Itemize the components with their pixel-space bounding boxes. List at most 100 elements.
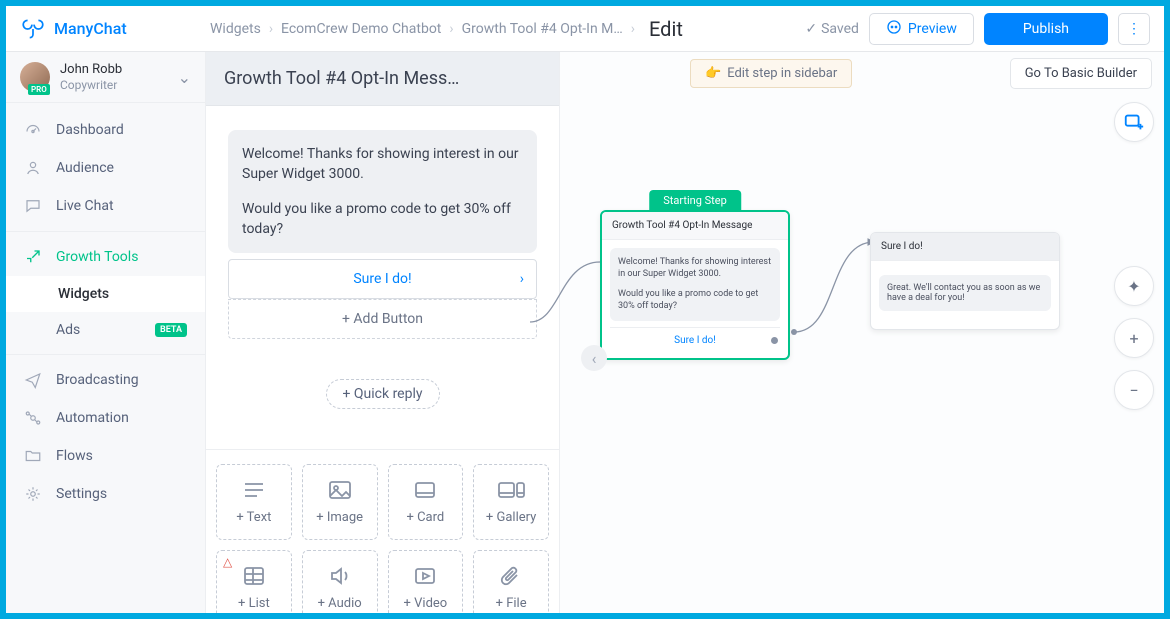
add-step-button[interactable]: [1114, 102, 1154, 142]
sidebar-item-settings[interactable]: Settings: [6, 475, 205, 513]
connector-dot-icon[interactable]: [771, 337, 778, 344]
breadcrumb-0[interactable]: Widgets: [210, 21, 261, 37]
saved-indicator: ✓ Saved: [805, 21, 859, 37]
avatar: PRO: [20, 62, 50, 92]
brand-logo[interactable]: ManyChat: [20, 16, 210, 42]
publish-button[interactable]: Publish: [984, 13, 1108, 45]
pro-badge: PRO: [28, 84, 50, 95]
editor-panel: Growth Tool #4 Opt-In Mess… Welcome! Tha…: [206, 52, 560, 613]
block-label: + List: [238, 596, 270, 611]
block-card[interactable]: + Card: [388, 464, 464, 540]
zoom-out-button[interactable]: −: [1114, 370, 1154, 410]
breadcrumb: Widgets › EcomCrew Demo Chatbot › Growth…: [210, 17, 683, 41]
breadcrumb-2[interactable]: Growth Tool #4 Opt-In M…: [462, 21, 623, 37]
sidebar-item-automation[interactable]: Automation: [6, 399, 205, 437]
wand-icon: ✦: [1127, 277, 1140, 296]
sidebar-item-label: Audience: [56, 160, 114, 176]
block-video[interactable]: + Video: [388, 550, 464, 613]
file-icon: [499, 566, 523, 590]
message-bubble[interactable]: Welcome! Thanks for showing interest in …: [228, 130, 537, 253]
pan-left-button[interactable]: ‹: [581, 345, 607, 371]
block-image[interactable]: + Image: [302, 464, 378, 540]
gauge-icon: [24, 121, 42, 139]
node-message: Welcome! Thanks for showing interest in …: [610, 248, 780, 321]
chat-icon: [24, 197, 42, 215]
block-label: + Card: [407, 510, 445, 525]
zoom-in-button[interactable]: +: [1114, 318, 1154, 358]
send-icon: [24, 371, 42, 389]
chat-bubble-icon: [886, 19, 902, 39]
app-body: PRO John Robb Copywriter ⌄ Dashboard Aud…: [6, 52, 1164, 613]
more-vertical-icon: ⋮: [1127, 21, 1141, 37]
nav: Dashboard Audience Live Chat Growth Tool…: [6, 103, 205, 521]
reply-button[interactable]: Sure I do! ›: [228, 259, 537, 299]
add-button[interactable]: + Add Button: [228, 299, 537, 339]
sidebar-item-ads[interactable]: Ads BETA: [6, 312, 205, 348]
content-blocks: + Text + Image + Card + Gallery △: [206, 449, 559, 613]
sidebar-item-flows[interactable]: Flows: [6, 437, 205, 475]
node-button-label: Sure I do!: [674, 335, 716, 346]
go-basic-builder-button[interactable]: Go To Basic Builder: [1010, 58, 1152, 89]
user-meta: John Robb Copywriter: [60, 62, 122, 92]
node-button[interactable]: Sure I do!: [610, 327, 780, 350]
preview-label: Preview: [908, 21, 957, 37]
sidebar-item-growthtools[interactable]: Growth Tools: [6, 238, 205, 276]
breadcrumb-1[interactable]: EcomCrew Demo Chatbot: [281, 21, 441, 37]
person-icon: [24, 159, 42, 177]
flow-node-start[interactable]: Starting Step Growth Tool #4 Opt-In Mess…: [600, 210, 790, 360]
sidebar-item-dashboard[interactable]: Dashboard: [6, 111, 205, 149]
edit-step-label: Edit step in sidebar: [727, 66, 837, 81]
sidebar-item-label: Dashboard: [56, 122, 124, 138]
warning-icon: △: [223, 555, 232, 569]
block-label: + Audio: [318, 596, 362, 611]
check-icon: ✓: [805, 21, 817, 37]
text-icon: [242, 480, 266, 504]
block-audio[interactable]: + Audio: [302, 550, 378, 613]
brand-name: ManyChat: [54, 19, 127, 38]
reply-button-label: Sure I do!: [353, 271, 411, 287]
starting-step-badge: Starting Step: [649, 190, 741, 211]
block-text[interactable]: + Text: [216, 464, 292, 540]
message-line-2: Would you like a promo code to get 30% o…: [242, 199, 523, 240]
flow-node-reply[interactable]: Sure I do! Great. We'll contact you as s…: [870, 232, 1060, 330]
sidebar-item-audience[interactable]: Audience: [6, 149, 205, 187]
sidebar-item-label: Widgets: [58, 286, 109, 302]
saved-label: Saved: [821, 21, 859, 37]
top-bar-actions: ✓ Saved Preview Publish ⋮: [805, 13, 1150, 45]
quick-reply-row: + Quick reply: [228, 379, 537, 409]
user-switcher[interactable]: PRO John Robb Copywriter ⌄: [6, 52, 205, 103]
card-plus-icon: [1123, 111, 1145, 133]
manychat-logo-icon: [20, 16, 46, 42]
block-file[interactable]: + File: [473, 550, 549, 613]
growth-icon: [24, 248, 42, 266]
editor-header: Growth Tool #4 Opt-In Mess…: [206, 52, 559, 106]
list-icon: [242, 566, 266, 590]
gallery-icon: [497, 480, 525, 504]
sidebar-item-broadcasting[interactable]: Broadcasting: [6, 361, 205, 399]
editor-title: Growth Tool #4 Opt-In Mess…: [224, 68, 541, 89]
node-msg-line1: Welcome! Thanks for showing interest in …: [618, 256, 772, 280]
block-label: + Gallery: [486, 510, 536, 525]
folder-icon: [24, 447, 42, 465]
quick-reply-label: + Quick reply: [343, 386, 423, 402]
flow-canvas[interactable]: 👉 Edit step in sidebar Go To Basic Build…: [560, 52, 1164, 613]
preview-button[interactable]: Preview: [869, 13, 974, 45]
block-gallery[interactable]: + Gallery: [473, 464, 549, 540]
image-icon: [328, 480, 352, 504]
sidebar-item-livechat[interactable]: Live Chat: [6, 187, 205, 225]
sidebar-item-widgets[interactable]: Widgets: [6, 276, 205, 312]
minus-icon: −: [1129, 381, 1138, 400]
sidebar: PRO John Robb Copywriter ⌄ Dashboard Aud…: [6, 52, 206, 613]
add-button-label: + Add Button: [342, 311, 423, 327]
magic-tool-button[interactable]: ✦: [1114, 266, 1154, 306]
cog-icon: [24, 485, 42, 503]
node-title: Sure I do!: [871, 233, 1059, 261]
sidebar-item-label: Ads: [56, 322, 80, 338]
block-list[interactable]: △ + List: [216, 550, 292, 613]
quick-reply-button[interactable]: + Quick reply: [326, 379, 440, 409]
plus-icon: +: [1129, 329, 1138, 348]
divider: [6, 354, 205, 355]
edit-step-hint[interactable]: 👉 Edit step in sidebar: [690, 59, 852, 88]
more-menu-button[interactable]: ⋮: [1118, 13, 1150, 45]
sidebar-item-label: Automation: [56, 410, 129, 426]
